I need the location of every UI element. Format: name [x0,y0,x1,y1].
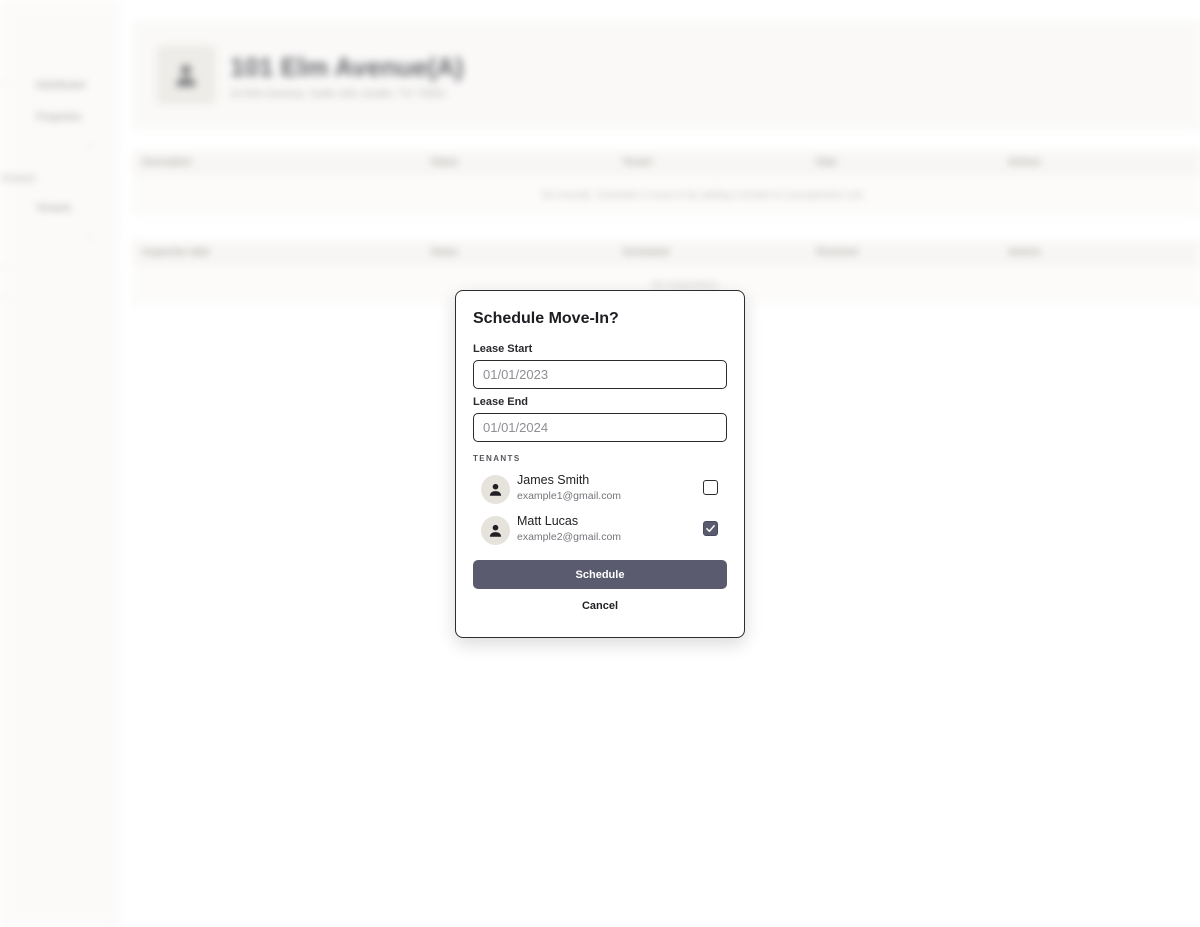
sidebar-item-tenants[interactable]: Tenants [36,203,96,215]
column-header: Actions [1008,157,1041,168]
chevron-icon: › [88,140,92,151]
table-empty-row: No records. Schedule a move-in by adding… [132,176,1200,216]
column-header: Description [142,157,193,168]
avatar [481,475,510,504]
column-header: Inspection date [142,247,210,258]
sidebar-item-dashboard[interactable]: Dashboard [36,80,96,92]
page-title: 101 Elm Avenue(A) [230,52,464,82]
avatar [481,516,510,545]
column-header: Status [430,247,459,258]
column-header: Date [816,157,838,168]
lease-end-label: Lease End [473,396,529,408]
cancel-button[interactable]: Cancel [473,597,727,615]
tenant-row: James Smith example1@gmail.com [481,473,721,505]
table-header: Inspection date Status Scheduled Resolve… [132,240,1200,266]
chevron-icon: › [0,292,4,303]
empty-state-text: No records. Schedule a move-in by adding… [542,190,865,201]
chevron-icon: › [88,232,92,243]
tenant-name: Matt Lucas [517,514,579,528]
tenant-checkbox[interactable] [703,521,718,536]
chevron-icon: › [0,262,4,273]
column-header: Resolved [816,247,858,258]
property-avatar [156,45,216,105]
schedule-move-in-dialog: Schedule Move-In? Lease Start Lease End … [455,290,745,638]
column-header: Status [430,157,459,168]
tenant-checkbox[interactable] [703,480,718,495]
schedule-button[interactable]: Schedule [473,560,727,589]
move-in-table: Description Status Tenant Date Actions N… [132,150,1200,216]
sidebar-group-contacts: Contacts [0,173,36,183]
tenant-email: example1@gmail.com [517,490,622,502]
person-icon [176,65,196,87]
lease-start-input[interactable] [473,360,727,389]
lease-end-input[interactable] [473,413,727,442]
person-icon [489,524,502,537]
table-header: Description Status Tenant Date Actions [132,150,1200,176]
chevron-icon: › [0,78,4,89]
column-header: Tenant [622,157,653,168]
tenant-name: James Smith [517,473,590,487]
lease-start-label: Lease Start [473,343,533,355]
tenant-row: Matt Lucas example2@gmail.com [481,514,721,546]
sidebar-item-properties[interactable]: Properties [36,112,96,124]
check-icon [706,525,715,532]
property-header: 101 Elm Avenue(A) 10 Elm Avenue, Suite 1… [132,20,1200,130]
tenants-section-label: TENANTS [473,454,521,463]
sidebar: › Dashboard Properties › Contacts Tenant… [0,0,118,927]
tenant-email: example2@gmail.com [517,531,622,543]
page-subtitle: 10 Elm Avenue, Suite 100, Austin, TX 733… [230,88,447,100]
column-header: Scheduled [622,247,670,258]
person-icon [489,483,502,496]
dialog-title: Schedule Move-In? [473,310,619,327]
column-header: Actions [1008,247,1041,258]
